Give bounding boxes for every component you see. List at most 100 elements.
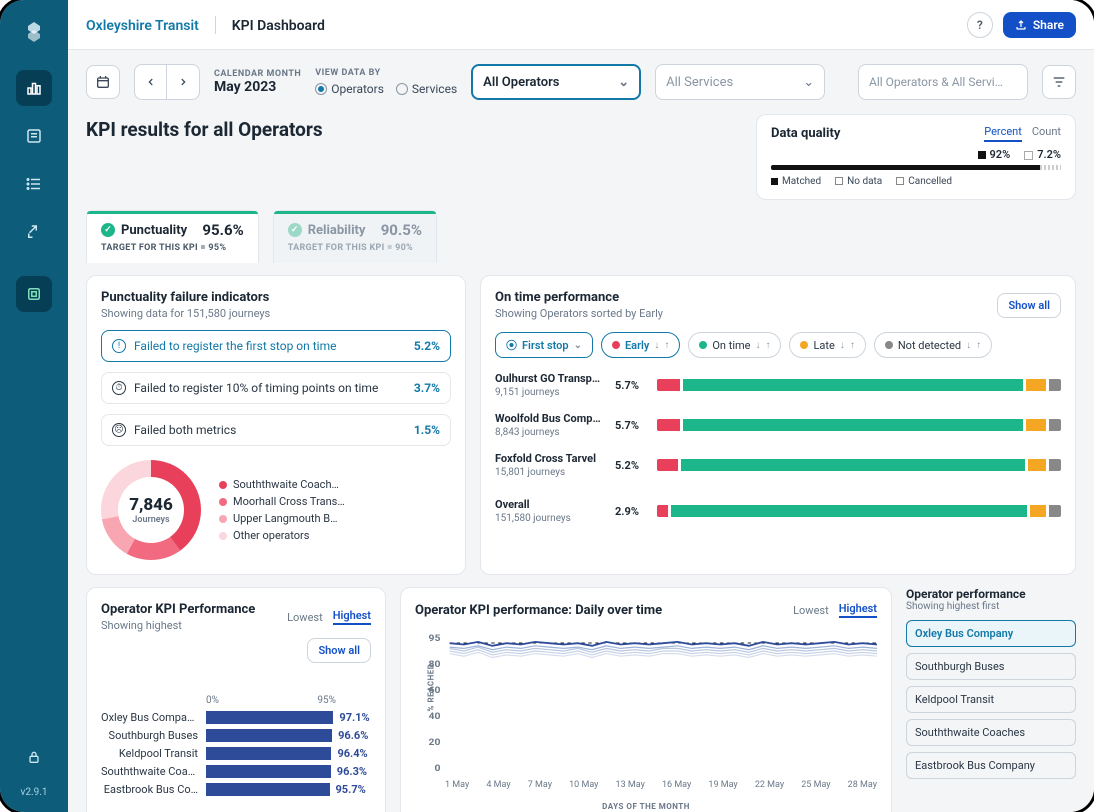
radio-services[interactable]: Services xyxy=(396,82,457,96)
version-label: v2.9.1 xyxy=(21,787,48,798)
fail-sub: Showing data for 151,580 journeys xyxy=(101,307,451,320)
otp-pill[interactable]: Late ↓ ↑ xyxy=(789,332,865,358)
check-icon: ✓ xyxy=(288,223,302,237)
op-list-item[interactable]: Southburgh Buses xyxy=(906,653,1076,680)
fail-item[interactable]: ☹Failed both metrics1.5% xyxy=(101,414,451,446)
dq-title: Data quality xyxy=(771,126,840,141)
svg-text:95: 95 xyxy=(428,634,440,644)
kpi-sub: Showing highest xyxy=(101,619,255,632)
view-label: VIEW DATA BY xyxy=(315,68,457,78)
dq-leg-nodata: No data xyxy=(835,176,882,187)
kpi-bar-row: Southburgh Buses96.6% xyxy=(101,729,371,742)
dq-tab-percent[interactable]: Percent xyxy=(984,125,1022,142)
daily-highest[interactable]: Highest xyxy=(839,602,877,618)
operators-dropdown[interactable]: All Operators⌄ xyxy=(471,64,641,100)
legend-item: Upper Langmouth B… xyxy=(219,512,345,525)
otp-pill[interactable]: Not detected ↓ ↑ xyxy=(874,332,992,358)
dq-leg-matched: Matched xyxy=(771,176,821,187)
legend-item: Other operators xyxy=(219,529,345,542)
op-list-item[interactable]: Keldpool Transit xyxy=(906,686,1076,713)
oplist-sub: Showing highest first xyxy=(906,601,1076,612)
filter-icon[interactable] xyxy=(1042,65,1076,99)
topbar: Oxleyshire Transit KPI Dashboard ? Share xyxy=(68,0,1094,50)
calendar-icon[interactable] xyxy=(86,65,120,99)
breadcrumb-org[interactable]: Oxleyshire Transit xyxy=(86,18,199,34)
month-value: May 2023 xyxy=(214,79,301,95)
help-icon[interactable]: ? xyxy=(967,12,993,38)
kpi-bar-row: Souththwaite Coac…96.3% xyxy=(101,765,371,778)
otp-pill[interactable]: Early ↓ ↑ xyxy=(601,332,680,358)
prev-month-button[interactable] xyxy=(135,65,167,99)
nav-list[interactable] xyxy=(16,166,52,202)
legend-item: Souththwaite Coach… xyxy=(219,478,345,491)
fail-icon: ⏱ xyxy=(112,381,126,395)
next-month-button[interactable] xyxy=(167,65,199,99)
nav-lock[interactable] xyxy=(16,739,52,775)
line-chart: 95806040200 xyxy=(415,628,877,778)
nav-reports[interactable] xyxy=(16,118,52,154)
svg-text:20: 20 xyxy=(428,738,440,748)
donut-legend: Souththwaite Coach… Moorhall Cross Trans…… xyxy=(219,474,345,546)
daily-lowest[interactable]: Lowest xyxy=(793,604,829,617)
kpi-bar-row: Oxley Bus Company97.1% xyxy=(101,711,371,724)
card-on-time: On time performance Showing Operators so… xyxy=(480,275,1076,575)
operator-list-panel: Operator performance Showing highest fir… xyxy=(906,587,1076,812)
otp-show-all[interactable]: Show all xyxy=(997,293,1061,318)
dq-bar xyxy=(771,165,1061,170)
otp-title: On time performance xyxy=(495,290,663,305)
fail-icon: ! xyxy=(112,339,126,353)
kpi-title: Operator KPI Performance xyxy=(101,602,255,617)
kpi-lowest[interactable]: Lowest xyxy=(287,611,323,624)
kpi-bar-row: Eastbrook Bus Co…95.7% xyxy=(101,783,371,796)
nav-module[interactable] xyxy=(16,276,52,312)
nav-dashboard[interactable] xyxy=(16,70,52,106)
kpi-highest[interactable]: Highest xyxy=(333,609,371,625)
radio-operators[interactable]: Operators xyxy=(315,82,384,96)
otp-pill[interactable]: On time ↓ ↑ xyxy=(688,332,781,358)
page-title: KPI results for all Operators xyxy=(86,118,323,141)
kpi-show-all[interactable]: Show all xyxy=(307,638,371,663)
breadcrumb-page: KPI Dashboard xyxy=(232,18,325,34)
dq-matched-pct: 92% xyxy=(978,148,1011,161)
fail-item[interactable]: ⏱Failed to register 10% of timing points… xyxy=(101,372,451,404)
dq-other-pct: 7.2% xyxy=(1024,148,1061,161)
otp-row: Overall151,580 journeys2.9% xyxy=(495,498,1061,524)
otp-sub: Showing Operators sorted by Early xyxy=(495,307,663,320)
chevron-down-icon: ⌄ xyxy=(618,75,629,90)
card-failure-indicators: Punctuality failure indicators Showing d… xyxy=(86,275,466,575)
sidebar: v2.9.1 xyxy=(0,0,68,812)
svg-text:40: 40 xyxy=(428,712,440,722)
op-list-item[interactable]: Souththwaite Coaches xyxy=(906,719,1076,746)
month-label: CALENDAR MONTH xyxy=(214,69,301,79)
card-daily-line: Operator KPI performance: Daily over tim… xyxy=(400,587,892,812)
share-button[interactable]: Share xyxy=(1003,12,1076,38)
kpi-bar-row: Keldpool Transit96.4% xyxy=(101,747,371,760)
chevron-down-icon: ⌄ xyxy=(803,75,814,90)
tab-punctuality[interactable]: ✓Punctuality 95.6% TARGET FOR THIS KPI =… xyxy=(86,210,259,263)
fail-item[interactable]: !Failed to register the first stop on ti… xyxy=(101,330,451,362)
fail-icon: ☹ xyxy=(112,423,126,437)
legend-item: Moorhall Cross Trans… xyxy=(219,495,345,508)
op-list-item[interactable]: Oxley Bus Company xyxy=(906,620,1076,647)
otp-row: Foxfold Cross Tarvel15,801 journeys5.2% xyxy=(495,452,1061,478)
otp-stop-dd[interactable]: ⦿ First stop ⌄ xyxy=(495,332,593,358)
summary-dropdown[interactable]: All Operators & All Servi… xyxy=(858,64,1028,100)
daily-title: Operator KPI performance: Daily over tim… xyxy=(415,603,662,618)
card-kpi-bar: Operator KPI Performance Showing highest… xyxy=(86,587,386,812)
otp-row: Oulhurst GO Transp…9,151 journeys5.7% xyxy=(495,372,1061,398)
otp-row: Woolfold Bus Comp…8,843 journeys5.7% xyxy=(495,412,1061,438)
daily-xlabel: DAYS OF THE MONTH xyxy=(415,802,877,811)
nav-export[interactable] xyxy=(16,214,52,250)
data-quality-card: Data quality Percent Count 92% 7.2% Matc… xyxy=(756,114,1076,200)
month-nav xyxy=(134,64,200,100)
fail-title: Punctuality failure indicators xyxy=(101,290,451,305)
op-list-item[interactable]: Eastbrook Bus Company xyxy=(906,752,1076,779)
dq-leg-cancelled: Cancelled xyxy=(896,176,952,187)
services-dropdown[interactable]: All Services⌄ xyxy=(655,64,825,100)
fail-donut: 7,846Journeys xyxy=(101,460,201,560)
app-logo xyxy=(20,18,48,46)
daily-ylabel: % REACHED xyxy=(426,664,435,712)
daily-xticks: 1 May4 May7 May10 May13 May16 May19 May2… xyxy=(415,780,877,790)
dq-tab-count[interactable]: Count xyxy=(1032,125,1061,142)
tab-reliability[interactable]: ✓Reliability 90.5% TARGET FOR THIS KPI =… xyxy=(273,210,437,263)
